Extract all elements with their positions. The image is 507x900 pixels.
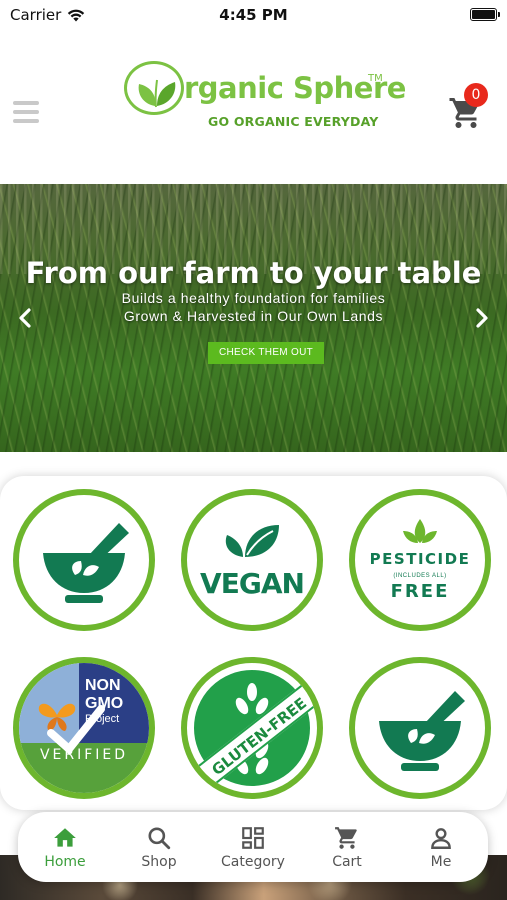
vegan-label: VEGAN (200, 567, 305, 600)
tab-me-label: Me (430, 854, 452, 870)
tab-category[interactable]: Category (206, 812, 300, 882)
tab-home-label: Home (44, 854, 86, 870)
trademark-label: TM (368, 73, 383, 84)
tab-category-label: Category (221, 854, 285, 870)
tab-cart-label: Cart (332, 854, 362, 870)
chevron-right-icon[interactable] (469, 306, 493, 330)
tab-shop[interactable]: Shop (112, 812, 206, 882)
app-header: rganic Sphere TM GO ORGANIC EVERYDAY 0 (0, 30, 507, 184)
banner-subtitle-line2: Grown & Harvested in Our Own Lands (123, 308, 384, 324)
mortar-pestle-badge[interactable] (13, 489, 155, 631)
tab-me[interactable]: Me (394, 812, 488, 882)
bottom-tab-bar: Home Shop Category Cart Me (18, 812, 488, 882)
gluten-free-disc: GLUTEN-FREE (191, 667, 317, 789)
hamburger-menu-icon[interactable] (13, 101, 39, 123)
banner-subtitle-line1: Builds a healthy foundation for families (121, 290, 386, 306)
mortar-pestle-icon (43, 523, 129, 603)
brand-logo[interactable]: rganic Sphere TM GO ORGANIC EVERYDAY (124, 59, 406, 133)
mortar-pestle-badge-2[interactable] (349, 657, 491, 799)
pesticide-includes-label: (INCLUDES ALL) (393, 573, 447, 579)
person-icon (428, 826, 454, 850)
tab-cart[interactable]: Cart (300, 812, 394, 882)
certification-badges-card: VEGAN PESTICIDE (INCLUDES ALL) FREE NON … (0, 476, 507, 810)
logo-mark (124, 61, 184, 115)
gmo-verified-label: VERIFIED (39, 747, 129, 763)
logo-tagline: GO ORGANIC EVERYDAY (208, 114, 379, 129)
home-icon (52, 826, 78, 850)
mortar-pestle-icon (379, 691, 465, 771)
non-gmo-badge[interactable]: NON GMO Project VERIFIED (13, 657, 155, 799)
pesticide-label: PESTICIDE (369, 550, 471, 568)
check-them-out-button[interactable]: CHECK THEM OUT (208, 342, 324, 364)
vegan-leaf-icon (225, 525, 279, 557)
tab-shop-label: Shop (141, 854, 177, 870)
battery-icon (470, 8, 500, 21)
gmo-non-label: NON (85, 677, 121, 694)
pesticide-free-badge[interactable]: PESTICIDE (INCLUDES ALL) FREE (349, 489, 491, 631)
chevron-left-icon[interactable] (14, 306, 38, 330)
gluten-free-badge[interactable]: GLUTEN-FREE (181, 657, 323, 799)
cart-icon (334, 826, 360, 850)
header-cart-button[interactable]: 0 (448, 83, 488, 135)
status-time: 4:45 PM (219, 6, 288, 24)
vegan-badge[interactable]: VEGAN (181, 489, 323, 631)
leaf-icon (138, 79, 176, 108)
hero-banner[interactable]: From our farm to your table Builds a hea… (0, 184, 507, 452)
grid-icon (240, 826, 266, 850)
status-bar: Carrier 4:45 PM (0, 0, 507, 30)
banner-title: From our farm to your table (25, 256, 482, 290)
search-icon (146, 826, 172, 850)
tab-home[interactable]: Home (18, 812, 112, 882)
cart-count-badge: 0 (464, 83, 488, 107)
free-label: FREE (390, 581, 450, 602)
